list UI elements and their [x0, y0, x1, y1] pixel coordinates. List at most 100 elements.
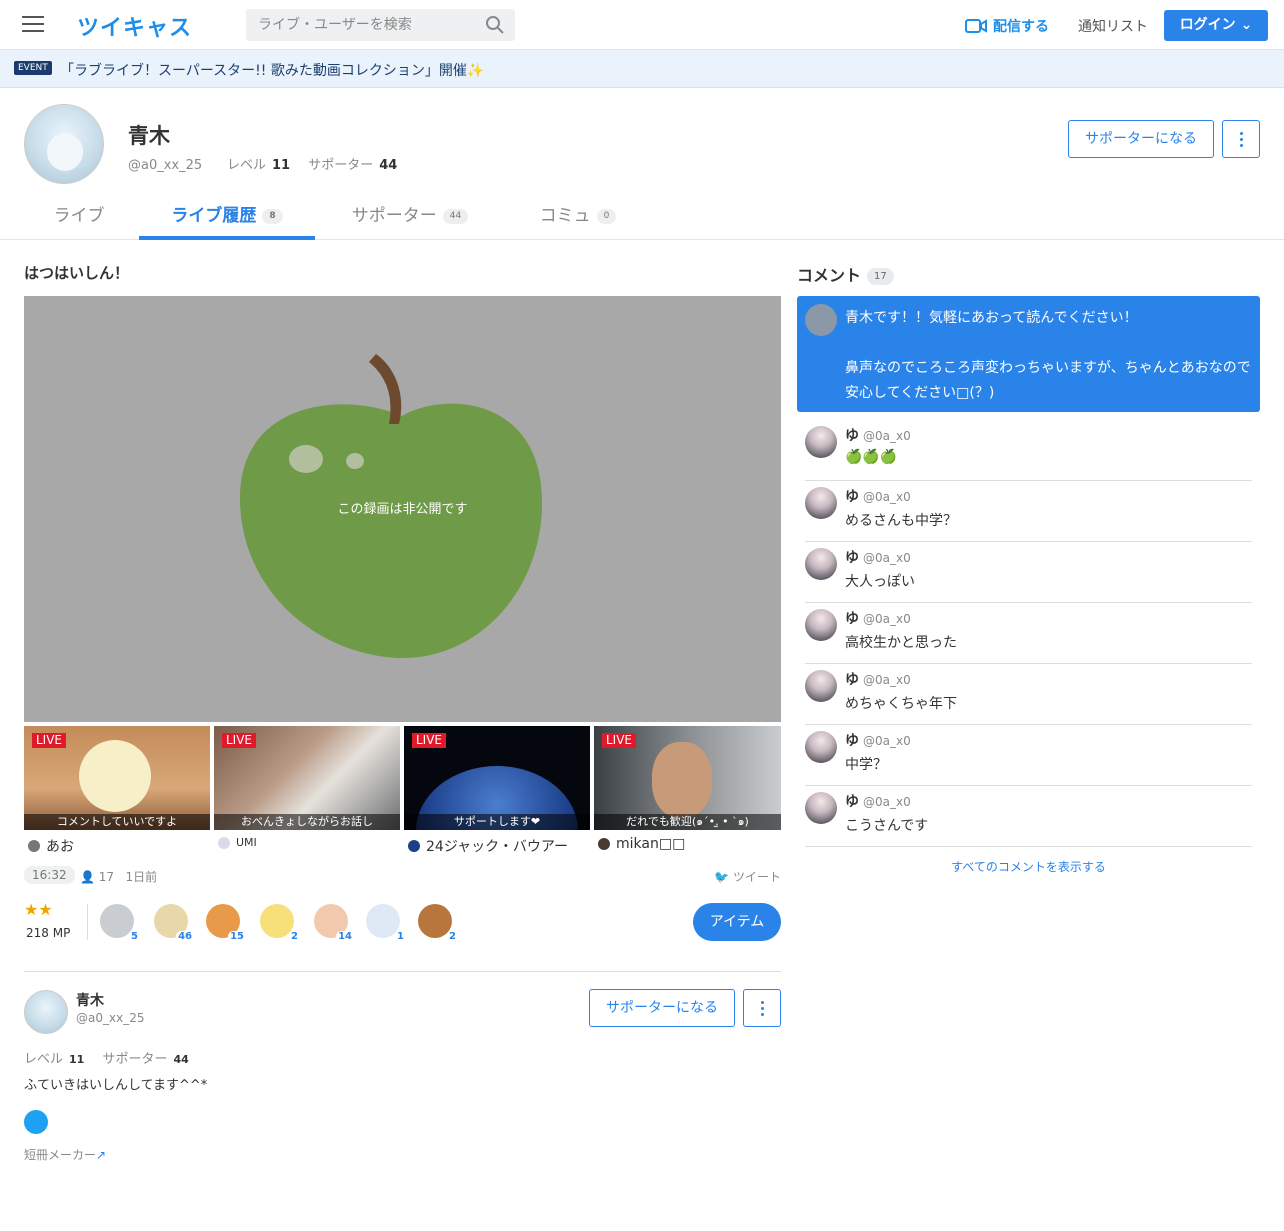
- commenter-id: @0a_x0: [863, 429, 911, 443]
- level-value: 11: [69, 1053, 85, 1066]
- video-player[interactable]: この録画は非公開です: [24, 296, 781, 722]
- commenter-avatar[interactable]: [805, 548, 837, 580]
- video-title: はつはいしん！: [24, 264, 130, 282]
- thumbnail-username: UMI: [236, 836, 257, 849]
- gift-item[interactable]: 14: [312, 902, 354, 942]
- search-input[interactable]: ライブ・ユーザーを検索: [246, 9, 515, 41]
- item-button[interactable]: アイテム: [693, 903, 781, 941]
- gift-item[interactable]: 2: [258, 902, 300, 942]
- site-logo[interactable]: ツイキャス: [77, 10, 192, 42]
- notification-list-link[interactable]: 通知リスト: [1078, 16, 1148, 36]
- bio-meta: レベル 11 サポーター 44: [24, 1048, 203, 1067]
- commenter[interactable]: ゆ @0a_x0: [845, 547, 911, 567]
- commenter-avatar[interactable]: [805, 792, 837, 824]
- search-placeholder: ライブ・ユーザーを検索: [258, 17, 412, 33]
- live-thumbnail[interactable]: LIVE コメントしていいですよ: [24, 726, 210, 830]
- tab-live-history[interactable]: ライブ履歴 8: [139, 196, 315, 240]
- commenter-avatar[interactable]: [805, 487, 837, 519]
- mp-value: 218 MP: [26, 926, 71, 940]
- commenter-id: @0a_x0: [863, 490, 911, 504]
- commenter-id: @0a_x0: [863, 673, 911, 687]
- thumbnail-user[interactable]: あお: [28, 836, 74, 856]
- hamburger-menu-icon[interactable]: [22, 16, 44, 34]
- event-banner[interactable]: EVENT 「ラブライブ！スーパースター!! 歌みた動画コレクション」開催✨: [0, 50, 1284, 88]
- avatar[interactable]: [24, 990, 68, 1034]
- thumbnail-character: [79, 740, 151, 812]
- commenter-name: ゆ: [845, 428, 859, 444]
- search-icon[interactable]: [485, 15, 505, 35]
- gift-item[interactable]: 15: [204, 902, 246, 942]
- divider: [87, 904, 88, 940]
- become-supporter-button[interactable]: サポーターになる: [589, 989, 735, 1027]
- more-options-button[interactable]: [743, 989, 781, 1027]
- login-label: ログイン: [1179, 17, 1236, 33]
- commenter-avatar[interactable]: [805, 670, 837, 702]
- thumbnail-caption: コメントしていいですよ: [24, 814, 210, 830]
- comments-count: 17: [867, 268, 894, 285]
- profile-section: 青木 @a0_xx_25 レベル 11 サポーター 44 サポーターになる ライブ …: [0, 88, 1284, 240]
- live-badge: LIVE: [222, 733, 257, 748]
- avatar[interactable]: [24, 104, 104, 184]
- gift-count: 15: [228, 931, 246, 942]
- gift-item[interactable]: 46: [152, 902, 194, 942]
- comment-item: ゆ @0a_x0 🍏🍏🍏: [805, 420, 1252, 481]
- bio-id: @a0_xx_25: [76, 1011, 145, 1025]
- profile-meta: @a0_xx_25 レベル 11 サポーター 44: [128, 154, 411, 173]
- comment-text: 大人っぽい: [845, 574, 915, 590]
- tab-live[interactable]: ライブ: [36, 196, 122, 240]
- gift-item[interactable]: 5: [98, 902, 140, 942]
- user-mini-avatar: [28, 840, 40, 852]
- tab-label: ライブ: [53, 206, 105, 226]
- user-mini-avatar: [598, 838, 610, 850]
- commenter-name: ゆ: [845, 672, 859, 688]
- comments-header: コメント 17: [797, 262, 1260, 286]
- gift-item[interactable]: 1: [364, 902, 406, 942]
- commenter[interactable]: ゆ @0a_x0: [845, 608, 911, 628]
- tweet-link[interactable]: 🐦 ツイート: [714, 868, 781, 885]
- event-text[interactable]: 「ラブライブ！スーパースター!! 歌みた動画コレクション」開催✨: [60, 60, 484, 80]
- thumbnail-user[interactable]: mikan□□: [598, 836, 685, 852]
- tanzaku-maker-link[interactable]: 短冊メーカー↗: [24, 1146, 106, 1163]
- tab-community[interactable]: コミュ 0: [528, 196, 628, 240]
- top-header: ツイキャス ライブ・ユーザーを検索 配信する 通知リスト ログイン ⌄: [0, 0, 1284, 50]
- more-options-button[interactable]: [1222, 120, 1260, 158]
- level-label: レベル: [24, 1052, 64, 1067]
- live-thumbnail[interactable]: LIVE サポートします❤: [404, 726, 590, 830]
- thumbnail-user[interactable]: 24ジャック・バウアー: [408, 836, 568, 856]
- show-all-comments-link[interactable]: すべてのコメントを表示する: [797, 858, 1260, 875]
- comment-item: ゆ @0a_x0 めちゃくちゃ年下: [805, 664, 1252, 725]
- comment-item: ゆ @0a_x0 大人っぽい: [805, 542, 1252, 603]
- commenter-id: @0a_x0: [863, 551, 911, 565]
- gift-count: 5: [129, 931, 140, 942]
- commenter[interactable]: ゆ @0a_x0: [845, 730, 911, 750]
- commenter[interactable]: ゆ @0a_x0: [845, 791, 911, 811]
- tab-label: コミュ: [539, 206, 591, 226]
- tab-label: ライブ履歴: [171, 206, 257, 226]
- become-supporter-button[interactable]: サポーターになる: [1068, 120, 1214, 158]
- commenter-name: ゆ: [845, 550, 859, 566]
- user-mini-avatar: [408, 840, 420, 852]
- profile-id: @a0_xx_25: [128, 158, 203, 173]
- commenter-avatar[interactable]: [805, 609, 837, 641]
- duration-badge: 16:32: [24, 866, 75, 884]
- tab-supporters[interactable]: サポーター 44: [340, 196, 480, 240]
- event-tag: EVENT: [14, 61, 52, 75]
- comment-text: 中学？: [845, 757, 887, 773]
- live-thumbnails: LIVE コメントしていいですよ LIVE おべんきょしながらお話し LIVE …: [24, 726, 781, 830]
- commenter[interactable]: ゆ @0a_x0: [845, 486, 911, 506]
- broadcast-link[interactable]: 配信する: [965, 16, 1049, 36]
- thumbnail-user[interactable]: UMI: [218, 836, 257, 849]
- profile-tabs: ライブ ライブ履歴 8 サポーター 44 コミュ 0: [0, 196, 1284, 240]
- commenter[interactable]: ゆ @0a_x0: [845, 669, 911, 689]
- commenter-avatar[interactable]: [805, 426, 837, 458]
- video-stats: 16:32 👤 17 1日前 🐦 ツイート: [24, 866, 781, 886]
- comment-text: 高校生かと思った: [845, 635, 957, 651]
- login-button[interactable]: ログイン ⌄: [1164, 10, 1268, 41]
- commenter[interactable]: ゆ @0a_x0: [845, 425, 911, 445]
- twitter-icon[interactable]: [24, 1110, 48, 1134]
- comment-item: ゆ @0a_x0 めるさんも中学？: [805, 481, 1252, 542]
- live-thumbnail[interactable]: LIVE おべんきょしながらお話し: [214, 726, 400, 830]
- gift-item[interactable]: 2: [416, 902, 458, 942]
- commenter-avatar[interactable]: [805, 731, 837, 763]
- live-thumbnail[interactable]: LIVE だれでも歓迎(๑´•.̫ • `๑): [594, 726, 781, 830]
